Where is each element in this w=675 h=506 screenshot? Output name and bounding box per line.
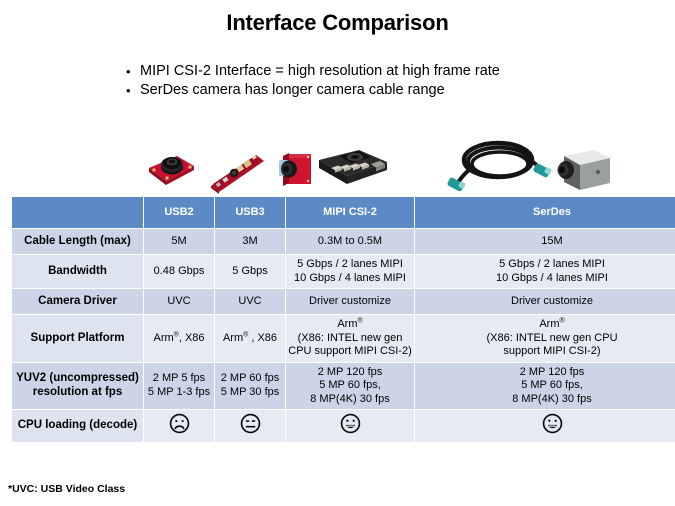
cell-bandwidth-mipi: 5 Gbps / 2 lanes MIPI 10 Gbps / 4 lanes M… (285, 254, 415, 289)
cell-yuv2-mipi: 2 MP 120 fps 5 MP 60 fps, 8 MP(4K) 30 fps (285, 361, 415, 410)
cell-cpu-loading-mipi (285, 409, 415, 443)
usb3-camera-image (204, 133, 270, 196)
bullet-list: • MIPI CSI-2 Interface = high resolution… (126, 62, 646, 100)
column-header-usb2: USB2 (143, 196, 215, 229)
mipi-csi2-camera-art (279, 150, 387, 186)
cell-cpu-loading-serdes (414, 409, 675, 443)
cell-camera-driver-serdes: Driver customize (414, 288, 675, 315)
smiling-face-icon (542, 413, 563, 439)
cell-yuv2-usb2: 2 MP 5 fps 5 MP 1-3 fps (143, 361, 215, 410)
cell-support-platform-mipi: Arm® (X86: INTEL new gen CPU support MIPI … (285, 314, 415, 363)
bullet-dot-icon: • (126, 83, 131, 98)
cell-cable-length-serdes: 15M (414, 228, 675, 255)
cell-cpu-loading-usb3 (214, 409, 286, 443)
table-header-row: USB2 USB3 MIPI CSI-2 SerDes (11, 196, 675, 229)
column-header-usb3: USB3 (214, 196, 286, 229)
usb2-camera-art (149, 156, 194, 185)
frowning-face-icon (169, 413, 190, 439)
bullet-text: MIPI CSI-2 Interface = high resolution a… (140, 63, 500, 79)
table-row: Bandwidth 0.48 Gbps 5 Gbps 5 Gbps / 2 la… (11, 254, 675, 289)
list-item: • MIPI CSI-2 Interface = high resolution… (126, 62, 646, 81)
cell-cable-length-usb2: 5M (143, 228, 215, 255)
column-header-serdes: SerDes (414, 196, 675, 229)
row-label-camera-driver: Camera Driver (11, 288, 144, 315)
row-label-support-platform: Support Platform (11, 314, 144, 363)
cell-bandwidth-usb3: 5 Gbps (214, 254, 286, 289)
bullet-dot-icon: • (126, 64, 131, 79)
table-row: Camera Driver UVC UVC Driver customize D… (11, 288, 675, 315)
table-body: Cable Length (max) 5M 3M 0.3M to 0.5M 15… (11, 228, 675, 443)
row-label-cpu-loading: CPU loading (decode) (11, 409, 144, 443)
cell-camera-driver-usb3: UVC (214, 288, 286, 315)
page-title: Interface Comparison (226, 10, 449, 35)
cell-yuv2-usb3: 2 MP 60 fps 5 MP 30 fps (214, 361, 286, 410)
column-header-mipi-csi-2: MIPI CSI-2 (285, 196, 415, 229)
cell-support-platform-serdes: Arm® (X86: INTEL new gen CPU support MIPI … (414, 314, 675, 363)
bullet-text: SerDes camera has longer camera cable ra… (140, 82, 445, 98)
serdes-camera-image (394, 133, 664, 196)
row-label-yuv2-resolution: YUV2 (uncompressed) resolution at fps (11, 361, 144, 410)
table-corner-cell (11, 196, 144, 229)
footnote-uvc: *UVC: USB Video Class (8, 483, 126, 495)
cell-support-platform-usb3: Arm® , X86 (214, 314, 286, 363)
neutral-face-icon (240, 413, 261, 439)
usb3-camera-art (211, 155, 264, 194)
table-row: CPU loading (decode) (11, 409, 675, 443)
table-row: Cable Length (max) 5M 3M 0.3M to 0.5M 15… (11, 228, 675, 255)
smiling-face-icon (340, 413, 361, 439)
product-image-strip (11, 133, 664, 196)
row-label-cable-length: Cable Length (max) (11, 228, 144, 255)
list-item: • SerDes camera has longer camera cable … (126, 81, 646, 100)
interface-comparison-table: USB2 USB3 MIPI CSI-2 SerDes Cable Length… (11, 196, 675, 443)
cell-cable-length-usb3: 3M (214, 228, 286, 255)
cell-support-platform-usb2: Arm®, X86 (143, 314, 215, 363)
cell-bandwidth-serdes: 5 Gbps / 2 lanes MIPI 10 Gbps / 4 lanes M… (414, 254, 675, 289)
serdes-camera-art (447, 140, 610, 192)
table-row: YUV2 (uncompressed) resolution at fps 2 M… (11, 361, 675, 410)
mipi-csi2-camera-image (270, 133, 394, 196)
cell-yuv2-serdes: 2 MP 120 fps 5 MP 60 fps, 8 MP(4K) 30 fps (414, 361, 675, 410)
cell-camera-driver-usb2: UVC (143, 288, 215, 315)
table-row: Support Platform Arm®, X86 Arm® , X86 Ar… (11, 314, 675, 363)
cell-bandwidth-usb2: 0.48 Gbps (143, 254, 215, 289)
row-label-bandwidth: Bandwidth (11, 254, 144, 289)
cell-cable-length-mipi: 0.3M to 0.5M (285, 228, 415, 255)
usb2-camera-image (138, 133, 204, 196)
cell-cpu-loading-usb2 (143, 409, 215, 443)
cell-camera-driver-mipi: Driver customize (285, 288, 415, 315)
